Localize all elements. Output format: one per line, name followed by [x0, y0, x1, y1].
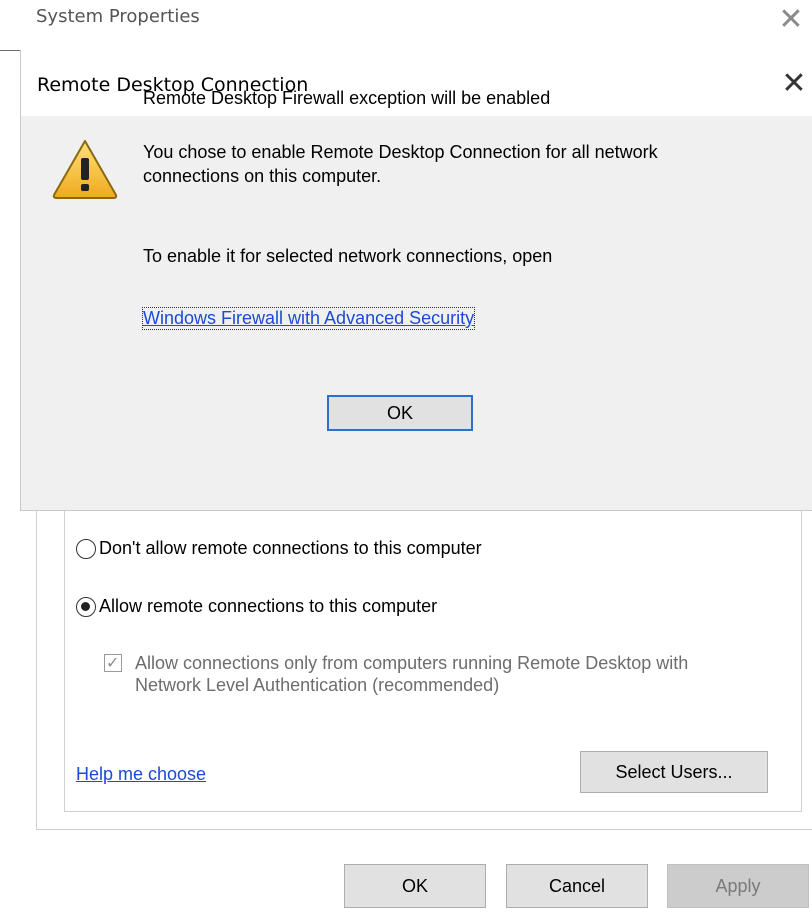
radio-selected-dot	[81, 602, 90, 611]
nla-checkbox-label[interactable]: Allow connections only from computers ru…	[135, 652, 725, 696]
radio-allow-remote[interactable]	[76, 597, 96, 617]
remote-desktop-connection-dialog: Remote Desktop Connection ✕ Remote Deskt…	[20, 50, 812, 511]
dialog-ok-button[interactable]: OK	[327, 395, 473, 431]
disallow-remote-label[interactable]: Don't allow remote connections to this c…	[99, 538, 482, 559]
allow-remote-label[interactable]: Allow remote connections to this compute…	[99, 596, 437, 617]
checkmark-icon: ✓	[106, 653, 120, 672]
message-heading: Remote Desktop Firewall exception will b…	[143, 88, 551, 108]
apply-button: Apply	[667, 864, 809, 908]
message-instruction: To enable it for selected network connec…	[143, 246, 553, 266]
rdc-close-icon[interactable]: ✕	[777, 66, 811, 102]
message-body: You chose to enable Remote Desktop Conne…	[143, 142, 658, 186]
system-properties-title: System Properties	[36, 6, 200, 27]
radio-disallow-remote[interactable]	[76, 539, 96, 559]
cancel-button[interactable]: Cancel	[506, 864, 648, 908]
warning-icon	[52, 140, 118, 199]
ok-button[interactable]: OK	[344, 864, 486, 908]
system-properties-close-icon[interactable]: ✕	[776, 2, 806, 38]
select-users-button[interactable]: Select Users...	[580, 751, 768, 793]
windows-firewall-link[interactable]: Windows Firewall with Advanced Security	[141, 307, 476, 330]
help-me-choose-link[interactable]: Help me choose	[76, 764, 206, 785]
